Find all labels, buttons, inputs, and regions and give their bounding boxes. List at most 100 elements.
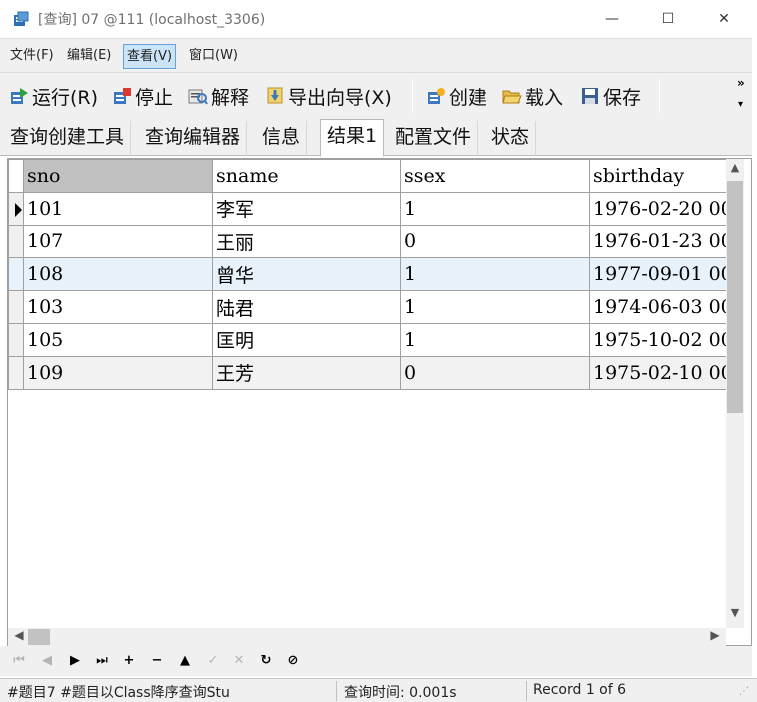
header-row: sno sname ssex sbirthday bbox=[8, 159, 734, 193]
menu-file[interactable]: 文件(F) bbox=[7, 44, 57, 69]
tab-query-editor[interactable]: 查询编辑器 bbox=[139, 121, 248, 156]
toolbar-separator bbox=[412, 79, 413, 113]
scroll-left-icon[interactable]: ◀ bbox=[10, 628, 28, 646]
stop-refresh-icon[interactable]: ⊘ bbox=[283, 651, 303, 671]
cell-sbirthday[interactable]: 1977-09-01 00 bbox=[589, 257, 734, 292]
row-header-current[interactable] bbox=[8, 191, 24, 226]
table-row[interactable]: 103 陆君 1 1974-06-03 00 bbox=[8, 290, 734, 324]
horizontal-scroll-thumb[interactable] bbox=[28, 629, 50, 645]
cell-sno[interactable]: 109 bbox=[23, 355, 213, 390]
add-record-icon[interactable]: + bbox=[119, 651, 139, 671]
cell-sno[interactable]: 101 bbox=[23, 191, 213, 226]
row-header[interactable] bbox=[8, 322, 24, 357]
export-wizard-button[interactable]: 导出向导(X) bbox=[265, 82, 392, 110]
table-row[interactable]: 109 王芳 0 1975-02-10 00 bbox=[8, 355, 734, 390]
menu-view[interactable]: 查看(V) bbox=[123, 44, 177, 69]
next-record-icon[interactable]: ▶ bbox=[65, 651, 85, 671]
cell-ssex[interactable]: 1 bbox=[400, 290, 590, 324]
save-label: 保存 bbox=[603, 86, 642, 109]
result-grid[interactable]: sno sname ssex sbirthday 101 李军 1 1976-0… bbox=[7, 158, 752, 646]
cell-ssex[interactable]: 1 bbox=[400, 322, 590, 357]
horizontal-scrollbar[interactable]: ◀ ▶ bbox=[8, 628, 726, 646]
column-header-sno[interactable]: sno bbox=[23, 159, 213, 193]
minimize-button[interactable]: — bbox=[584, 0, 640, 38]
toolbar-dropdown-icon[interactable]: ▾ bbox=[738, 99, 743, 110]
discard-changes-icon[interactable]: ✕ bbox=[229, 651, 249, 671]
cell-sname[interactable]: 王丽 bbox=[212, 224, 401, 259]
create-button[interactable]: 创建 bbox=[426, 82, 487, 110]
result-table: sno sname ssex sbirthday 101 李军 1 1976-0… bbox=[8, 159, 734, 390]
cell-sname[interactable]: 曾华 bbox=[212, 257, 401, 292]
status-divider bbox=[526, 681, 527, 701]
create-icon bbox=[426, 86, 446, 106]
run-button[interactable]: 运行(R) bbox=[9, 82, 98, 110]
column-header-sname[interactable]: sname bbox=[212, 159, 401, 193]
row-header[interactable] bbox=[8, 355, 24, 390]
table-row[interactable]: 101 李军 1 1976-02-20 00 bbox=[8, 191, 734, 226]
menu-edit[interactable]: 编辑(E) bbox=[64, 44, 114, 69]
row-header[interactable] bbox=[8, 224, 24, 259]
row-header[interactable] bbox=[8, 290, 24, 324]
window-title: [查询] 07 @111 (localhost_3306) bbox=[38, 12, 266, 28]
table-row[interactable]: 108 曾华 1 1977-09-01 00 bbox=[8, 257, 734, 292]
status-bar: #题目7 #题目以Class降序查询Stu 查询时间: 0.001s Recor… bbox=[0, 678, 757, 702]
table-row[interactable]: 107 王丽 0 1976-01-23 00 bbox=[8, 224, 734, 259]
tab-status[interactable]: 状态 bbox=[485, 121, 537, 156]
apply-changes-icon[interactable]: ✓ bbox=[203, 651, 223, 671]
edit-record-icon[interactable]: ▲ bbox=[175, 651, 195, 671]
vertical-scroll-thumb[interactable] bbox=[727, 181, 743, 413]
save-button[interactable]: 保存 bbox=[580, 82, 641, 110]
tab-profile[interactable]: 配置文件 bbox=[389, 121, 479, 156]
table-row[interactable]: 105 匡明 1 1975-10-02 00 bbox=[8, 322, 734, 357]
vertical-scrollbar[interactable]: ▲ ▼ bbox=[726, 159, 744, 628]
tab-result-1[interactable]: 结果1 bbox=[320, 119, 385, 157]
column-header-ssex[interactable]: ssex bbox=[400, 159, 590, 193]
query-window-icon bbox=[13, 11, 29, 27]
cell-sbirthday[interactable]: 1976-02-20 00 bbox=[589, 191, 734, 226]
load-label: 载入 bbox=[525, 86, 564, 109]
cell-sbirthday[interactable]: 1975-02-10 00 bbox=[589, 355, 734, 390]
cell-sbirthday[interactable]: 1976-01-23 00 bbox=[589, 224, 734, 259]
resize-grip-icon[interactable]: ⋰ bbox=[739, 686, 749, 697]
menu-window[interactable]: 窗口(W) bbox=[186, 44, 241, 69]
last-record-icon[interactable]: ⏭ bbox=[92, 651, 112, 671]
toolbar-overflow-button[interactable]: » bbox=[737, 76, 745, 90]
load-button[interactable]: 载入 bbox=[502, 82, 563, 110]
scroll-up-icon[interactable]: ▲ bbox=[726, 161, 744, 179]
column-header-sbirthday[interactable]: sbirthday bbox=[589, 159, 734, 193]
cell-sno[interactable]: 108 bbox=[23, 257, 213, 292]
cell-ssex[interactable]: 1 bbox=[400, 191, 590, 226]
cell-ssex[interactable]: 0 bbox=[400, 224, 590, 259]
cell-sno[interactable]: 107 bbox=[23, 224, 213, 259]
row-header[interactable] bbox=[8, 257, 24, 292]
cell-sname[interactable]: 陆君 bbox=[212, 290, 401, 324]
cell-ssex[interactable]: 0 bbox=[400, 355, 590, 390]
tab-query-builder[interactable]: 查询创建工具 bbox=[4, 121, 132, 156]
cell-sname[interactable]: 匡明 bbox=[212, 322, 401, 357]
export-icon bbox=[265, 86, 285, 106]
close-button[interactable]: ✕ bbox=[696, 0, 752, 38]
status-query-time: 查询时间: 0.001s bbox=[344, 685, 457, 701]
stop-button[interactable]: 停止 bbox=[112, 82, 173, 110]
refresh-icon[interactable]: ↻ bbox=[256, 651, 276, 671]
cell-sno[interactable]: 103 bbox=[23, 290, 213, 324]
first-record-icon[interactable]: ⏮ bbox=[9, 651, 29, 671]
cell-ssex[interactable]: 1 bbox=[400, 257, 590, 292]
prior-record-icon[interactable]: ◀ bbox=[37, 651, 57, 671]
maximize-button[interactable]: ☐ bbox=[640, 0, 696, 38]
create-label: 创建 bbox=[449, 86, 488, 109]
cell-sname[interactable]: 李军 bbox=[212, 191, 401, 226]
scroll-right-icon[interactable]: ▶ bbox=[706, 628, 724, 646]
cell-sbirthday[interactable]: 1974-06-03 00 bbox=[589, 290, 734, 324]
title-bar: [查询] 07 @111 (localhost_3306) — ☐ ✕ bbox=[0, 0, 757, 38]
cell-sname[interactable]: 王芳 bbox=[212, 355, 401, 390]
tab-info[interactable]: 信息 bbox=[256, 121, 308, 156]
cell-sbirthday[interactable]: 1975-10-02 00 bbox=[589, 322, 734, 357]
delete-record-icon[interactable]: − bbox=[147, 651, 167, 671]
cell-sno[interactable]: 105 bbox=[23, 322, 213, 357]
folder-open-icon bbox=[502, 86, 522, 106]
explain-button[interactable]: 解释 bbox=[188, 82, 249, 110]
scroll-down-icon[interactable]: ▼ bbox=[726, 606, 744, 624]
row-header-corner bbox=[8, 159, 24, 193]
status-divider bbox=[336, 681, 337, 701]
